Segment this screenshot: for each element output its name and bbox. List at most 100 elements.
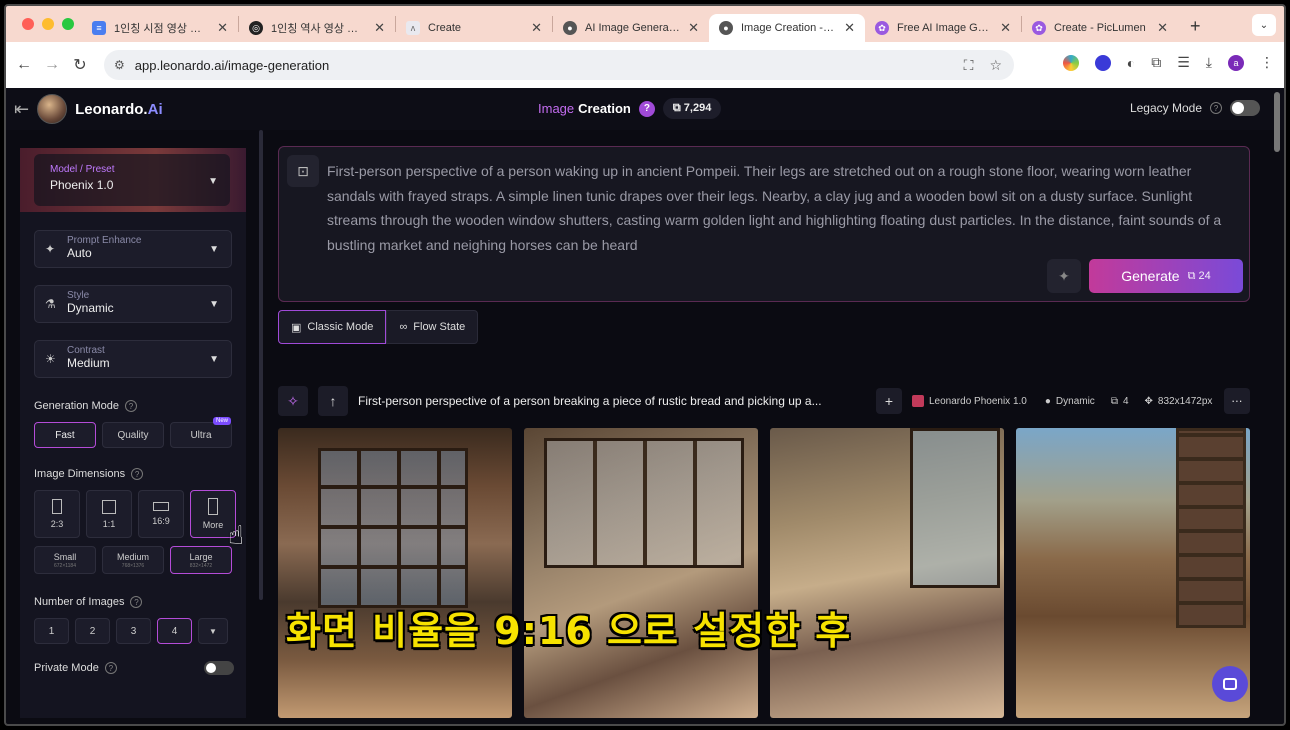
size-small-button[interactable]: Small 672×1184 (34, 546, 96, 574)
token-balance[interactable]: ⧉ 7,294 (662, 98, 722, 119)
browser-tab[interactable]: ◎1인칭 역사 영상 아이디어✕ (239, 14, 395, 42)
mode-fast-button[interactable]: Fast (34, 422, 96, 448)
collapse-sidebar-icon[interactable]: ⇤ (14, 99, 29, 120)
close-tab-icon[interactable]: ✕ (844, 20, 855, 36)
legacy-mode-toggle[interactable] (1230, 100, 1260, 116)
browser-tab[interactable]: ʌ Create ✕ (396, 14, 552, 42)
count-value: 4 (1122, 395, 1129, 407)
download-icon[interactable]: ⤓ (1206, 54, 1212, 71)
scrollbar[interactable] (1274, 92, 1280, 152)
new-tab-button[interactable]: + (1178, 16, 1213, 37)
browser-tab[interactable]: ✿ Create - PicLumen ✕ (1022, 14, 1178, 42)
forward-arrow-icon[interactable]: → (38, 56, 66, 74)
close-tab-icon[interactable]: ✕ (688, 20, 699, 36)
generated-image[interactable] (770, 428, 1004, 718)
profile-avatar[interactable]: a (1228, 54, 1244, 71)
help-icon[interactable]: ? (104, 662, 117, 674)
browser-tab[interactable]: ● AI Image Generator - ✕ (553, 14, 709, 42)
add-plus-icon[interactable]: + (876, 388, 902, 414)
num-3-button[interactable]: 3 (116, 618, 151, 644)
reload-icon[interactable]: ↻ (66, 55, 94, 75)
back-arrow-icon[interactable]: ← (10, 56, 38, 74)
reuse-prompt-arrow-icon[interactable]: ↑ (318, 386, 348, 416)
token-count: 7,294 (683, 102, 712, 114)
generated-image[interactable] (524, 428, 758, 718)
close-tab-icon[interactable]: ✕ (1157, 20, 1168, 36)
generate-button[interactable]: Generate ⧉ 24 (1089, 259, 1243, 293)
contrast-select[interactable]: ☀ Contrast Medium ▼ (34, 340, 232, 378)
size-large-button[interactable]: Large 832×1472 (170, 546, 232, 574)
minimize-window-button[interactable] (42, 18, 54, 30)
style-label: Style (67, 290, 90, 301)
generation-info-bar: ✧ ↑ First-person perspective of a person… (278, 384, 1250, 418)
num-dropdown-caret-icon[interactable]: ▼ (198, 618, 228, 644)
help-icon[interactable]: ? (1210, 102, 1222, 114)
leonardo-logo[interactable] (37, 94, 68, 124)
translate-icon[interactable]: ⛶ (964, 57, 974, 74)
close-tab-icon[interactable]: ✕ (531, 20, 542, 36)
remix-wand-icon[interactable]: ✧ (278, 386, 308, 416)
image-prompt-icon[interactable]: ⊡ (287, 155, 319, 187)
tab-search-chevron-icon[interactable]: ⌄ (1252, 14, 1276, 36)
docs-icon: ≡ (92, 21, 106, 35)
tab-classic-mode[interactable]: ▣ Classic Mode (278, 310, 387, 344)
close-tab-icon[interactable]: ✕ (374, 20, 385, 36)
mode-quality-button[interactable]: Quality (102, 422, 164, 448)
help-icon[interactable]: ? (125, 400, 137, 412)
style-select[interactable]: ⚗ Style Dynamic ▼ (34, 285, 232, 323)
aspect-label: 2:3 (50, 519, 64, 529)
browser-tab-active[interactable]: ●Image Creation - Leon✕ (709, 14, 865, 42)
size-medium-button[interactable]: Medium 768×1376 (102, 546, 164, 574)
close-tab-icon[interactable]: ✕ (217, 20, 228, 36)
leonardo-icon: ● (563, 21, 577, 35)
mode-ultra-button[interactable]: Ultra New (170, 417, 232, 448)
model-preset-select[interactable]: Model / Preset Phoenix 1.0 ▼ (34, 154, 230, 206)
chatgpt-icon: ◎ (249, 21, 263, 35)
extension-icon[interactable]: ◐ (1127, 55, 1135, 71)
bookmark-star-icon[interactable]: ☆ (989, 57, 1002, 74)
aspect-2-3-button[interactable]: 2:3 (34, 490, 80, 538)
caret-down-icon: ▼ (209, 299, 219, 310)
browser-tab[interactable]: ≡1인칭 시점 영상 프롬프트✕ (82, 14, 238, 42)
num-4-button[interactable]: 4 (157, 618, 192, 644)
close-window-button[interactable] (22, 18, 34, 30)
legacy-mode-label: Legacy Mode (1129, 101, 1202, 115)
title-rest: Creation (578, 101, 631, 116)
aspect-1-1-button[interactable]: 1:1 (86, 490, 132, 538)
prompt-enhance-value: Auto (67, 246, 92, 260)
browser-tab[interactable]: ✿Free AI Image Genera✕ (865, 14, 1021, 42)
maximize-window-button[interactable] (62, 18, 74, 30)
extension-icon[interactable] (1094, 54, 1111, 71)
move-arrows-icon: ✥ (1144, 395, 1153, 407)
brand-name[interactable]: Leonardo.Ai (75, 101, 163, 118)
media-icon[interactable]: ☰ (1177, 54, 1190, 71)
help-icon[interactable]: ? (131, 468, 144, 480)
site-settings-icon[interactable]: ⚙ (114, 58, 125, 72)
tab-flow-state[interactable]: ∞ Flow State (386, 310, 479, 344)
private-mode-toggle[interactable] (204, 661, 234, 675)
magic-wand-icon[interactable]: ✦ (1047, 259, 1081, 293)
puzzle-icon[interactable]: ⧉ (1151, 54, 1161, 71)
help-icon[interactable]: ? (638, 100, 655, 117)
close-tab-icon[interactable]: ✕ (1000, 20, 1011, 36)
num-2-button[interactable]: 2 (75, 618, 110, 644)
aspect-16-9-button[interactable]: 16:9 (138, 490, 184, 538)
sparkle-icon: ✦ (45, 242, 56, 256)
more-options-icon[interactable]: ⋯ (1224, 388, 1250, 414)
chat-support-icon[interactable] (1212, 666, 1248, 702)
num-1-button[interactable]: 1 (34, 618, 69, 644)
url-bar[interactable]: ⚙ app.leonardo.ai/image-generation ⛶ ☆ (104, 50, 1014, 80)
menu-kebab-icon[interactable]: ⋮ (1260, 54, 1274, 71)
sidebar-resize-handle[interactable] (259, 130, 263, 600)
generated-image[interactable] (278, 428, 512, 718)
sun-icon: ☀ (45, 352, 56, 366)
help-icon[interactable]: ? (130, 596, 143, 608)
url-text[interactable]: app.leonardo.ai/image-generation (135, 58, 329, 73)
prompt-enhance-select[interactable]: ✦ Prompt Enhance Auto ▼ (34, 230, 232, 268)
prompt-textarea[interactable]: First-person perspective of a person wak… (327, 159, 1237, 257)
size-px: 832×1472 (189, 562, 213, 569)
extension-icon[interactable] (1062, 54, 1079, 71)
caret-down-icon: ▼ (208, 176, 218, 187)
model-preset-banner: Model / Preset Phoenix 1.0 ▼ (20, 148, 246, 212)
drop-icon: ● (1044, 395, 1051, 407)
